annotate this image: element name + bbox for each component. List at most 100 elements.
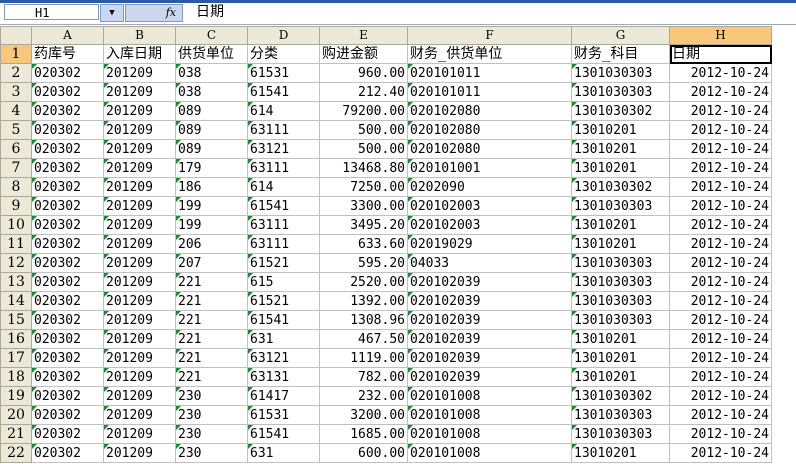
data-cell[interactable]: 201209	[103, 443, 176, 463]
data-cell[interactable]: 1301030302	[571, 101, 670, 121]
data-cell[interactable]: 201209	[103, 272, 176, 292]
header-cell[interactable]: 药库号	[31, 44, 104, 64]
row-header-9[interactable]: 9	[0, 196, 32, 216]
column-header-a[interactable]: A	[31, 26, 104, 45]
row-header-21[interactable]: 21	[0, 424, 32, 444]
data-cell[interactable]: 1308.96	[319, 310, 408, 330]
row-header-1[interactable]: 1	[0, 44, 32, 64]
data-cell[interactable]: 020302	[31, 139, 104, 159]
data-cell[interactable]: 1301030303	[571, 405, 670, 425]
data-cell[interactable]: 201209	[103, 139, 176, 159]
data-cell[interactable]: 207	[175, 253, 248, 273]
data-cell[interactable]: 221	[175, 310, 248, 330]
data-cell[interactable]: 232.00	[319, 386, 408, 406]
data-cell[interactable]: 201209	[103, 196, 176, 216]
data-cell[interactable]: 13468.80	[319, 158, 408, 178]
data-cell[interactable]: 63131	[247, 367, 320, 387]
column-header-h[interactable]: H	[669, 26, 772, 45]
data-cell[interactable]: 1685.00	[319, 424, 408, 444]
data-cell[interactable]: 038	[175, 82, 248, 102]
data-cell[interactable]: 020302	[31, 253, 104, 273]
data-cell[interactable]: 2012-10-24	[669, 82, 772, 102]
data-cell[interactable]: 13010201	[571, 120, 670, 140]
data-cell[interactable]: 02019029	[407, 234, 572, 254]
column-header-g[interactable]: G	[571, 26, 670, 45]
data-cell[interactable]: 61521	[247, 291, 320, 311]
data-cell[interactable]: 2012-10-24	[669, 291, 772, 311]
row-header-12[interactable]: 12	[0, 253, 32, 273]
row-header-8[interactable]: 8	[0, 177, 32, 197]
data-cell[interactable]: 020102039	[407, 291, 572, 311]
data-cell[interactable]: 63121	[247, 348, 320, 368]
data-cell[interactable]: 1392.00	[319, 291, 408, 311]
data-cell[interactable]: 960.00	[319, 63, 408, 83]
data-cell[interactable]: 020102039	[407, 367, 572, 387]
data-cell[interactable]: 2012-10-24	[669, 272, 772, 292]
data-cell[interactable]: 61531	[247, 405, 320, 425]
data-cell[interactable]: 020102039	[407, 310, 572, 330]
column-header-f[interactable]: F	[407, 26, 572, 45]
data-cell[interactable]: 2012-10-24	[669, 139, 772, 159]
row-header-4[interactable]: 4	[0, 101, 32, 121]
data-cell[interactable]: 020302	[31, 272, 104, 292]
data-cell[interactable]: 2012-10-24	[669, 196, 772, 216]
data-cell[interactable]: 201209	[103, 348, 176, 368]
data-cell[interactable]: 020102003	[407, 196, 572, 216]
data-cell[interactable]: 614	[247, 177, 320, 197]
row-header-10[interactable]: 10	[0, 215, 32, 235]
data-cell[interactable]: 201209	[103, 63, 176, 83]
data-cell[interactable]: 020101011	[407, 82, 572, 102]
data-cell[interactable]: 089	[175, 120, 248, 140]
data-cell[interactable]: 201209	[103, 82, 176, 102]
data-cell[interactable]: 631	[247, 443, 320, 463]
data-cell[interactable]: 2012-10-24	[669, 120, 772, 140]
data-cell[interactable]: 13010201	[571, 139, 670, 159]
data-cell[interactable]: 1301030303	[571, 63, 670, 83]
data-cell[interactable]: 2012-10-24	[669, 177, 772, 197]
data-cell[interactable]: 038	[175, 63, 248, 83]
data-cell[interactable]: 63111	[247, 158, 320, 178]
data-cell[interactable]: 020302	[31, 196, 104, 216]
data-cell[interactable]: 61531	[247, 63, 320, 83]
data-cell[interactable]: 1301030302	[571, 386, 670, 406]
data-cell[interactable]: 020101008	[407, 443, 572, 463]
data-cell[interactable]: 61417	[247, 386, 320, 406]
row-header-7[interactable]: 7	[0, 158, 32, 178]
header-cell[interactable]: 入库日期	[103, 44, 176, 64]
data-cell[interactable]: 2012-10-24	[669, 310, 772, 330]
data-cell[interactable]: 199	[175, 215, 248, 235]
data-cell[interactable]: 020102039	[407, 272, 572, 292]
data-cell[interactable]: 63121	[247, 139, 320, 159]
data-cell[interactable]: 020302	[31, 215, 104, 235]
data-cell[interactable]: 020102039	[407, 329, 572, 349]
data-cell[interactable]: 2012-10-24	[669, 386, 772, 406]
data-cell[interactable]: 1301030303	[571, 310, 670, 330]
data-cell[interactable]: 1301030303	[571, 196, 670, 216]
data-cell[interactable]: 201209	[103, 215, 176, 235]
data-cell[interactable]: 1301030303	[571, 253, 670, 273]
row-header-3[interactable]: 3	[0, 82, 32, 102]
data-cell[interactable]: 020302	[31, 348, 104, 368]
data-cell[interactable]: 2012-10-24	[669, 405, 772, 425]
data-cell[interactable]: 1301030303	[571, 291, 670, 311]
row-header-5[interactable]: 5	[0, 120, 32, 140]
data-cell[interactable]: 230	[175, 405, 248, 425]
data-cell[interactable]: 230	[175, 424, 248, 444]
data-cell[interactable]: 020302	[31, 329, 104, 349]
data-cell[interactable]: 221	[175, 329, 248, 349]
data-cell[interactable]: 020101008	[407, 386, 572, 406]
data-cell[interactable]: 201209	[103, 101, 176, 121]
data-cell[interactable]: 020302	[31, 101, 104, 121]
data-cell[interactable]: 201209	[103, 120, 176, 140]
data-cell[interactable]: 1119.00	[319, 348, 408, 368]
data-cell[interactable]: 020101011	[407, 63, 572, 83]
data-cell[interactable]: 2012-10-24	[669, 348, 772, 368]
data-cell[interactable]: 633.60	[319, 234, 408, 254]
data-cell[interactable]: 61541	[247, 82, 320, 102]
data-cell[interactable]: 61541	[247, 424, 320, 444]
data-cell[interactable]: 020302	[31, 291, 104, 311]
data-cell[interactable]: 089	[175, 139, 248, 159]
data-cell[interactable]: 3200.00	[319, 405, 408, 425]
row-header-22[interactable]: 22	[0, 443, 32, 463]
row-header-17[interactable]: 17	[0, 348, 32, 368]
